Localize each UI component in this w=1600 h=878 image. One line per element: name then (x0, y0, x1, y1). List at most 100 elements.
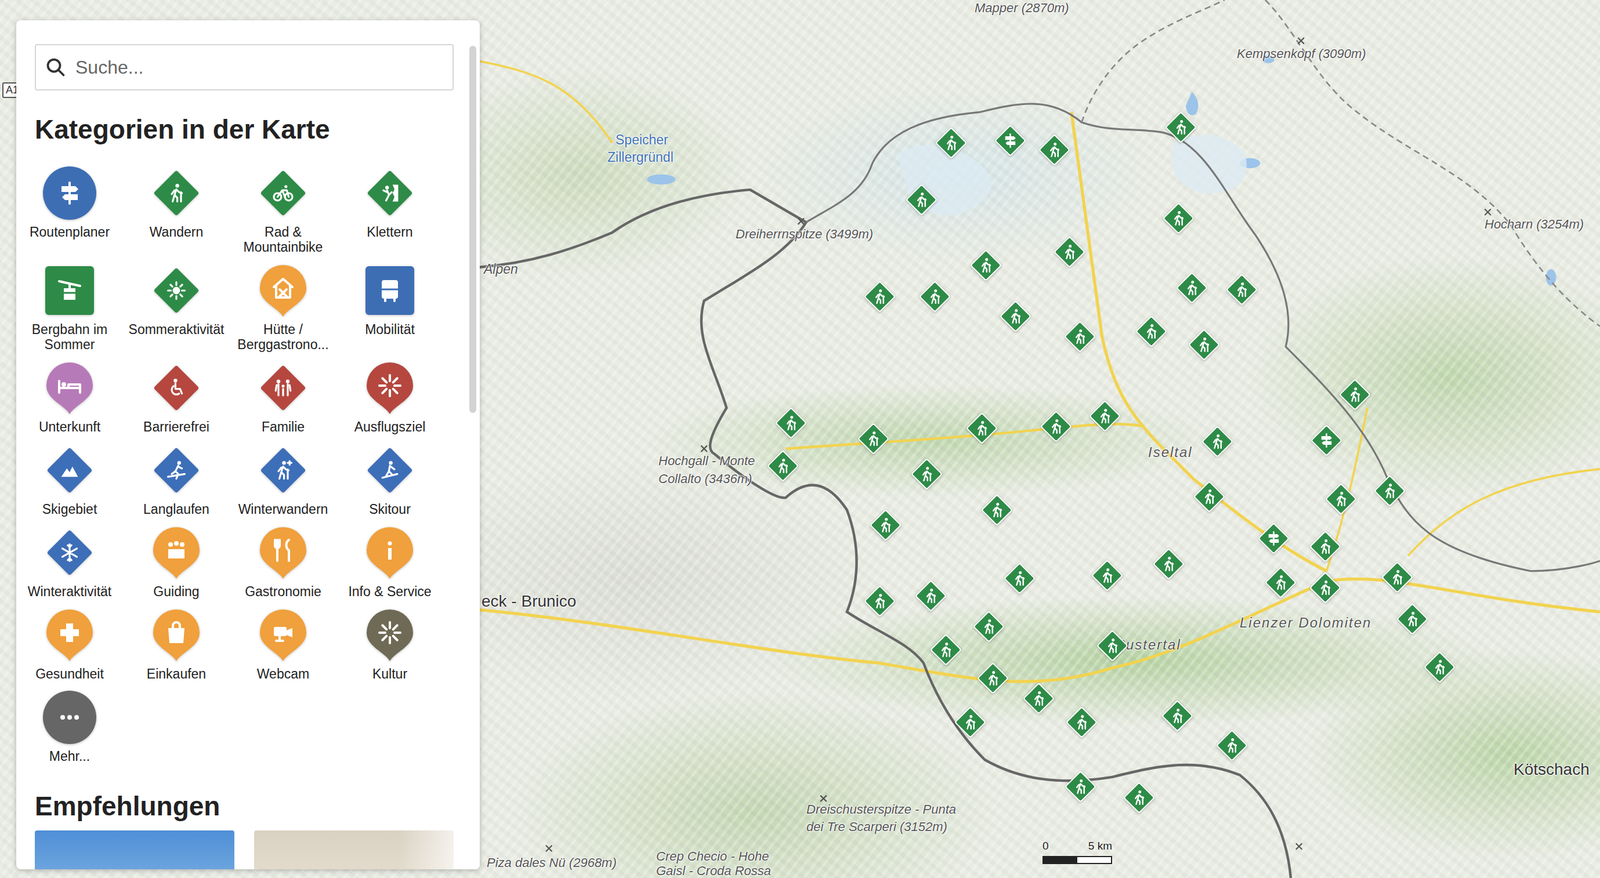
map-pin[interactable] (1213, 727, 1251, 765)
category-item[interactable]: Ausflugsziel (336, 360, 444, 435)
category-label: Langlaufen (142, 501, 211, 517)
map-pin[interactable] (1020, 680, 1057, 718)
map-pin[interactable] (1150, 545, 1187, 583)
scale-distance: 5 km (1088, 840, 1113, 853)
category-item[interactable]: Gesundheit (16, 607, 123, 682)
map-pin[interactable] (1394, 601, 1431, 638)
map-pin[interactable] (1223, 271, 1261, 309)
map-pin[interactable] (861, 278, 899, 316)
map-pin[interactable] (764, 447, 802, 485)
map-pin[interactable] (867, 507, 904, 544)
map-pin[interactable] (1421, 649, 1458, 686)
hiker-icon (1199, 423, 1236, 461)
map-pin[interactable] (1308, 422, 1345, 459)
map-pin[interactable] (1378, 559, 1416, 596)
category-label: Hütte / Berggastrono... (229, 321, 337, 353)
category-shape (46, 609, 93, 662)
search-input[interactable] (74, 56, 444, 79)
map-pin[interactable] (1191, 478, 1228, 516)
map-pin[interactable] (1120, 779, 1158, 817)
map-pin[interactable] (974, 660, 1012, 697)
map-pin[interactable] (967, 247, 1005, 284)
category-item[interactable]: Skigebiet (16, 442, 123, 517)
search-box[interactable] (34, 44, 454, 91)
category-item[interactable]: Winterwandern (229, 442, 337, 517)
category-item[interactable]: Winteraktivität (16, 525, 123, 600)
map-pin[interactable] (1262, 564, 1299, 602)
category-icon (41, 689, 98, 746)
category-item[interactable]: Rad & Mountainbike (229, 165, 337, 255)
map-pin[interactable] (1001, 560, 1038, 597)
map-pin[interactable] (1160, 200, 1197, 237)
map-pin[interactable] (1185, 326, 1223, 364)
map-pin[interactable] (1159, 697, 1196, 735)
category-item[interactable]: Routenplaner (16, 165, 123, 255)
map-pin[interactable] (1322, 480, 1360, 518)
category-item[interactable]: Gastronomie (229, 525, 337, 600)
hiker-icon (1160, 200, 1197, 237)
map-pin[interactable] (1307, 569, 1344, 607)
category-item[interactable]: Klettern (336, 165, 444, 255)
category-item[interactable]: Bergbahn im Sommer (16, 262, 123, 353)
category-shape (366, 362, 414, 415)
map-pin[interactable] (1132, 313, 1170, 350)
map-pin[interactable] (963, 410, 1001, 447)
map-pin[interactable] (1086, 397, 1124, 435)
map-pin[interactable] (1037, 408, 1075, 445)
map-pin[interactable] (932, 124, 970, 162)
map-pin[interactable] (992, 122, 1029, 159)
map-pin[interactable] (970, 608, 1008, 646)
category-item[interactable]: Webcam (229, 607, 337, 682)
map-pin[interactable] (927, 631, 965, 669)
route-signpost-icon (1308, 422, 1345, 459)
map-pin[interactable] (1094, 627, 1131, 665)
scrollbar[interactable] (469, 45, 477, 414)
map-pin[interactable] (916, 278, 954, 316)
map-pin[interactable] (1062, 768, 1099, 806)
map-label: Mapper (2870m) (974, 1, 1070, 15)
map-pin[interactable] (861, 583, 899, 620)
map-pin[interactable] (1051, 233, 1088, 271)
map-pin[interactable] (1371, 472, 1408, 510)
map-pin[interactable] (1307, 528, 1344, 566)
recommendation-photo[interactable] (34, 830, 235, 870)
category-item[interactable]: Mehr... (16, 689, 123, 765)
map-pin[interactable] (908, 455, 946, 493)
category-item[interactable]: Barrierefrei (122, 360, 230, 435)
map-label: Lienzer Dolomiten (1239, 615, 1372, 631)
category-item[interactable]: Sommeraktivität (122, 262, 230, 353)
hiker-icon (1036, 131, 1073, 169)
map-pin[interactable] (1162, 109, 1200, 146)
category-item[interactable]: Unterkunft (16, 360, 123, 435)
map-pin[interactable] (1063, 704, 1100, 741)
map-pin[interactable] (1199, 423, 1236, 461)
category-item[interactable]: Wandern (122, 165, 230, 255)
map-pin[interactable] (978, 491, 1016, 529)
map-pin[interactable] (1255, 520, 1292, 557)
category-item[interactable]: Langlaufen (122, 442, 230, 517)
map-pin[interactable] (855, 420, 892, 458)
map-pin[interactable] (1173, 269, 1211, 307)
map-pin[interactable] (1061, 318, 1099, 356)
hiker-icon (967, 247, 1005, 284)
category-item[interactable]: Guiding (122, 525, 230, 600)
map-pin[interactable] (772, 404, 810, 442)
category-item[interactable]: Skitour (336, 442, 444, 517)
category-item[interactable]: Einkaufen (122, 607, 230, 682)
category-item[interactable]: Hütte / Berggastrono... (229, 262, 337, 353)
map-pin[interactable] (912, 577, 950, 615)
hiker-icon (1262, 564, 1299, 602)
category-item[interactable]: Info & Service (336, 525, 444, 600)
category-item[interactable]: Mobilität (336, 262, 444, 353)
map-pin[interactable] (903, 181, 940, 219)
map-pin[interactable] (1036, 131, 1073, 169)
map-pin[interactable] (1088, 557, 1126, 595)
map-pin[interactable] (997, 298, 1034, 335)
hiker-icon (764, 447, 802, 485)
hiker-icon (867, 507, 904, 544)
category-item[interactable]: Kultur (336, 607, 444, 682)
map-pin[interactable] (1336, 376, 1374, 414)
map-pin[interactable] (951, 704, 989, 741)
category-item[interactable]: Familie (229, 360, 337, 435)
category-icon (148, 442, 205, 499)
